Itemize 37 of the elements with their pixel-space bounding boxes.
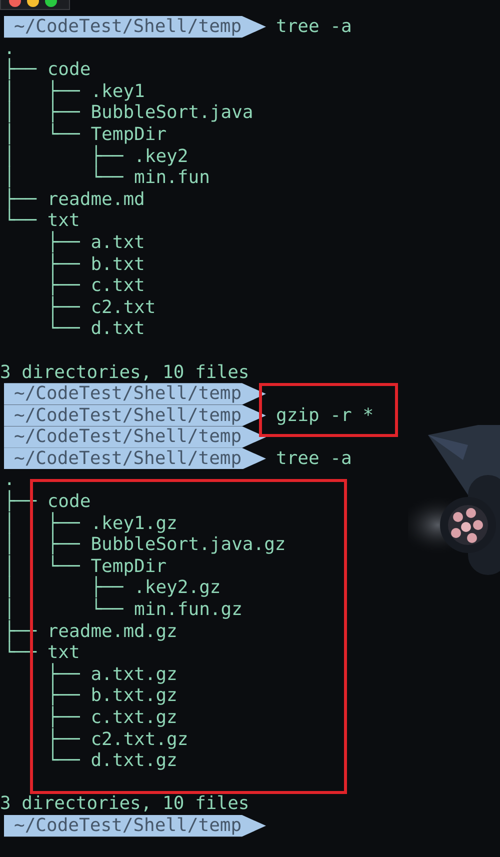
output-line: ├── a.txt	[46, 232, 146, 253]
output-line: ├── c.txt	[46, 275, 146, 296]
output-line: ├── c2.txt.gz	[46, 728, 190, 750]
output-line: │ └── TempDir	[4, 556, 168, 577]
output-line: └── txt	[4, 210, 81, 232]
prompt-path: ~/CodeTest/Shell/temp	[4, 814, 266, 837]
output-line: │ ├── .key1.gz	[4, 512, 178, 534]
output-line: ├── c2.txt	[46, 296, 157, 318]
output-line: └── d.txt.gz	[46, 750, 178, 772]
command-text: tree -a	[276, 448, 352, 470]
prompt-path: ~/CodeTest/Shell/temp	[4, 448, 266, 470]
summary-line: 3 directories, 10 files	[0, 793, 250, 815]
prompt-path: ~/CodeTest/Shell/temp	[4, 383, 266, 405]
output-line: │ └── TempDir	[4, 124, 168, 145]
output-line: │ ├── .key2.gz	[4, 577, 222, 598]
output-line: │ └── min.fun	[4, 167, 211, 188]
output-line: .	[4, 38, 15, 59]
output-line: │ └── min.fun.gz	[4, 599, 244, 620]
summary-line: 3 directories, 10 files	[0, 362, 250, 384]
prompt-path: ~/CodeTest/Shell/temp	[4, 426, 266, 448]
terminal-tab[interactable]	[0, 0, 70, 10]
prompt-path: ~/CodeTest/Shell/temp	[4, 404, 266, 426]
command-text: gzip -r *	[276, 404, 374, 426]
output-line: └── d.txt	[46, 318, 146, 340]
prompt-path: ~/CodeTest/Shell/temp	[4, 16, 266, 38]
output-line: │ ├── .key1	[4, 80, 146, 102]
output-line: ├── readme.md	[4, 188, 146, 210]
output-line: ├── b.txt.gz	[46, 685, 178, 706]
output-line: │ ├── .key2	[4, 146, 190, 167]
output-line: ├── c.txt.gz	[46, 707, 178, 728]
output-line: ├── code	[4, 59, 92, 80]
output-line: .	[4, 469, 15, 490]
output-line: │ ├── BubbleSort.java	[4, 102, 254, 124]
output-line: │ ├── BubbleSort.java.gz	[4, 534, 287, 556]
output-line: ├── a.txt.gz	[46, 664, 178, 685]
command-text: tree -a	[276, 16, 352, 38]
output-line: ├── b.txt	[46, 254, 146, 275]
